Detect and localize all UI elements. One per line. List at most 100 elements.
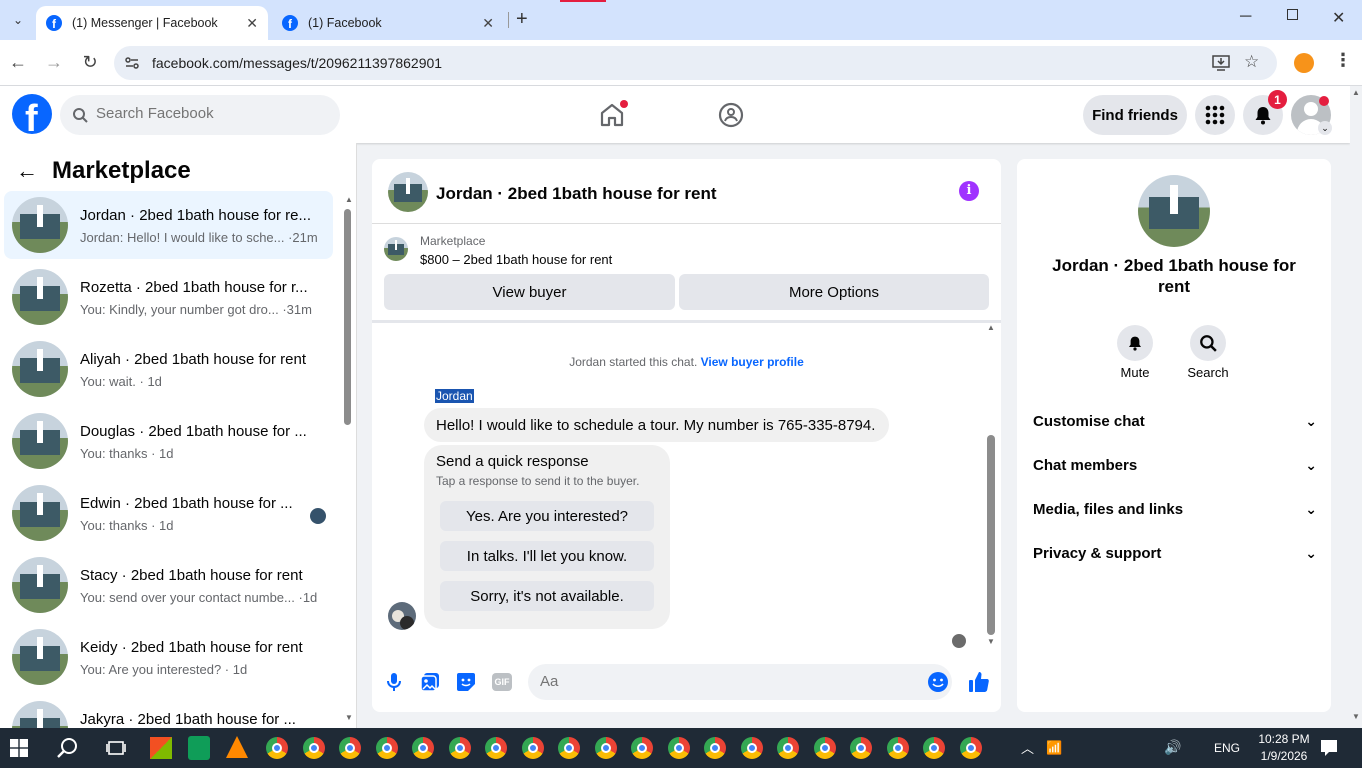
search-input[interactable] [96, 105, 326, 122]
search-chat-button[interactable] [1190, 325, 1226, 361]
chrome-window-icon[interactable] [594, 737, 617, 759]
clock-date[interactable]: 1/9/2026 [1252, 749, 1316, 763]
details-avatar[interactable] [1138, 175, 1210, 247]
profile-chevron-icon[interactable]: ⌄ [1318, 121, 1332, 135]
chrome-window-icon[interactable] [886, 737, 909, 759]
customise-chat-section[interactable]: Customise chat ⌄ [1033, 413, 1317, 437]
chrome-window-icon[interactable] [667, 737, 690, 759]
chrome-window-icon[interactable] [339, 737, 361, 759]
conversation-item[interactable]: Keidy · 2bed 1bath house for rent You: Ar… [4, 623, 333, 691]
list-scrollbar-thumb[interactable] [344, 209, 351, 425]
browser-menu-icon[interactable]: ⋮ [1334, 50, 1352, 71]
chrome-window-icon[interactable] [740, 737, 763, 759]
conversation-item[interactable]: Douglas · 2bed 1bath house for ... You: t… [4, 407, 333, 475]
site-settings-icon[interactable] [124, 55, 140, 71]
reload-icon[interactable]: ↻ [79, 52, 101, 73]
conversation-item[interactable]: Aliyah · 2bed 1bath house for rent You: w… [4, 335, 333, 403]
message-bubble[interactable]: Hello! I would like to schedule a tour. … [424, 408, 889, 442]
view-buyer-profile-link[interactable]: View buyer profile [701, 355, 804, 369]
chrome-window-icon[interactable] [923, 737, 945, 759]
conversation-item[interactable]: Edwin · 2bed 1bath house for ... You: tha… [4, 479, 333, 547]
volume-icon[interactable]: 🔊 [1164, 739, 1181, 756]
chrome-window-icon[interactable] [777, 737, 799, 759]
chrome-window-icon[interactable] [631, 737, 653, 759]
chrome-window-icon[interactable] [558, 737, 580, 759]
url-omnibox[interactable]: facebook.com/messages/t/2096211397862901… [114, 46, 1277, 80]
sheets-app-icon[interactable] [188, 736, 210, 760]
store-app-icon[interactable] [150, 737, 172, 759]
privacy-support-section[interactable]: Privacy & support ⌄ [1033, 545, 1317, 569]
install-app-icon[interactable] [1212, 54, 1230, 72]
quick-response-not-available[interactable]: Sorry, it's not available. [440, 581, 654, 611]
chrome-window-icon[interactable] [959, 737, 982, 759]
conversation-item[interactable]: Jordan · 2bed 1bath house for re... Jorda… [4, 191, 333, 259]
close-tab-icon[interactable]: ✕ [482, 15, 494, 32]
conversation-item[interactable]: Jakyra · 2bed 1bath house for ... [4, 695, 333, 728]
page-scrollbar[interactable]: ▲ ▼ [1350, 86, 1362, 728]
media-files-links-section[interactable]: Media, files and links ⌄ [1033, 501, 1317, 525]
conversation-info-icon[interactable]: i [959, 181, 979, 201]
message-input[interactable] [540, 673, 900, 690]
chat-header-avatar[interactable] [388, 172, 428, 212]
facebook-logo-icon[interactable]: f [12, 94, 52, 134]
close-tab-icon[interactable]: ✕ [246, 15, 258, 32]
restore-window-icon[interactable] [1287, 9, 1298, 20]
chrome-window-icon[interactable] [448, 737, 471, 759]
back-arrow-icon[interactable]: ← [16, 158, 38, 184]
listing-title[interactable]: $800 – 2bed 1bath house for rent [420, 252, 612, 267]
network-icon[interactable]: 📶 [1046, 740, 1062, 756]
vlc-app-icon[interactable] [226, 736, 248, 758]
language-indicator[interactable]: ENG [1214, 741, 1240, 755]
sender-avatar[interactable] [388, 602, 416, 630]
view-buyer-button[interactable]: View buyer [384, 274, 675, 310]
conversation-item[interactable]: Rozetta · 2bed 1bath house for r... You: … [4, 263, 333, 331]
taskbar-search-icon[interactable] [57, 737, 79, 759]
windows-start-icon[interactable] [10, 739, 28, 757]
close-window-icon[interactable]: ✕ [1332, 8, 1345, 28]
clock-time[interactable]: 10:28 PM [1252, 732, 1316, 746]
action-center-icon[interactable] [1320, 739, 1338, 757]
more-options-button[interactable]: More Options [679, 274, 989, 310]
task-view-icon[interactable] [106, 738, 126, 758]
conversation-item[interactable]: Stacy · 2bed 1bath house for rent You: se… [4, 551, 333, 619]
chrome-window-icon[interactable] [704, 737, 726, 759]
chat-title[interactable]: Jordan · 2bed 1bath house for rent [436, 184, 717, 204]
chat-members-section[interactable]: Chat members ⌄ [1033, 457, 1317, 481]
thumbs-up-icon[interactable] [968, 671, 990, 693]
chrome-window-icon[interactable] [813, 737, 836, 759]
back-arrow-icon[interactable]: ← [7, 52, 29, 73]
emoji-icon[interactable] [928, 672, 948, 692]
chrome-window-icon[interactable] [485, 737, 507, 759]
quick-response-in-talks[interactable]: In talks. I'll let you know. [440, 541, 654, 571]
listing-thumbnail[interactable] [384, 237, 408, 261]
chat-scrollbar-track[interactable]: ▲ ▼ [985, 323, 997, 649]
photo-icon[interactable] [420, 672, 440, 692]
chrome-window-icon[interactable] [412, 737, 434, 759]
message-input-box[interactable] [528, 664, 952, 700]
chrome-window-icon[interactable] [302, 737, 325, 759]
menu-grid-button[interactable] [1195, 95, 1235, 135]
tab-facebook[interactable]: f (1) Facebook ✕ [272, 6, 504, 40]
new-tab-icon[interactable]: + [516, 8, 528, 31]
minimize-window-icon[interactable]: ─ [1240, 8, 1251, 26]
forward-arrow-icon[interactable]: → [43, 52, 65, 73]
search-bar[interactable] [60, 95, 340, 135]
system-tray-chevron-icon[interactable]: ︿ [1021, 738, 1034, 757]
gif-icon[interactable]: GIF [492, 673, 512, 691]
find-friends-button[interactable]: Find friends [1083, 95, 1187, 135]
chrome-window-icon[interactable] [266, 737, 288, 759]
quick-response-yes[interactable]: Yes. Are you interested? [440, 501, 654, 531]
sticker-icon[interactable] [456, 672, 476, 692]
mute-button[interactable] [1117, 325, 1153, 361]
chrome-window-icon[interactable] [850, 737, 872, 759]
bookmark-star-icon[interactable]: ☆ [1244, 52, 1259, 72]
tab-search-dropdown[interactable]: ⌄ [8, 10, 28, 30]
tab-messenger[interactable]: f (1) Messenger | Facebook ✕ [36, 6, 268, 40]
chrome-window-icon[interactable] [521, 737, 544, 759]
chat-scrollbar-thumb[interactable] [987, 435, 995, 635]
microphone-icon[interactable] [386, 672, 402, 692]
extension-icon[interactable] [1294, 53, 1314, 73]
chrome-window-icon[interactable] [375, 737, 398, 759]
list-scrollbar-track[interactable]: ▲ ▼ [342, 195, 353, 725]
groups-icon[interactable] [718, 102, 744, 128]
